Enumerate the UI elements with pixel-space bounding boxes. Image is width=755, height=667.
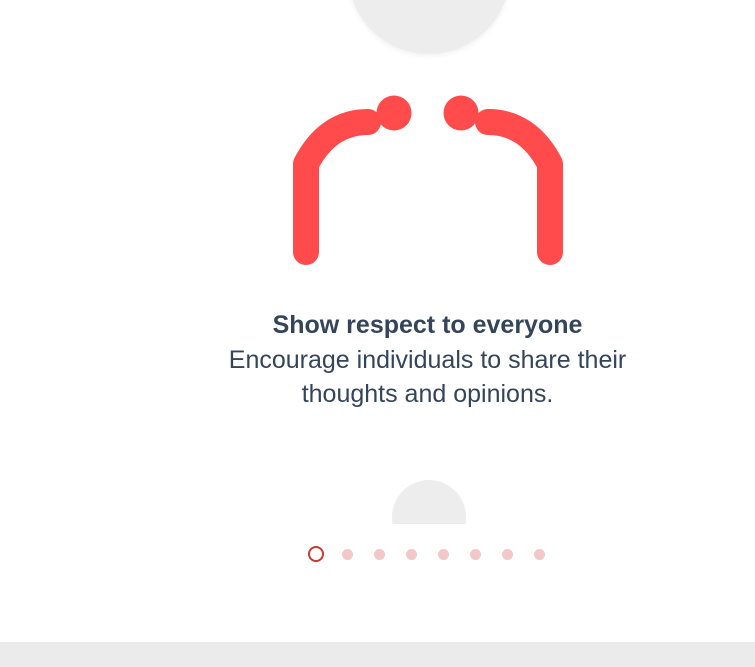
footer-bar (0, 642, 755, 667)
bottom-decorative-circle (392, 480, 466, 524)
pagination-dot-6[interactable] (470, 548, 481, 560)
pagination-dot-7[interactable] (502, 548, 513, 560)
next-slide-preview (380, 470, 480, 524)
slide-title: Show respect to everyone (272, 311, 583, 339)
pagination-dot-8[interactable] (534, 548, 545, 560)
pagination-dot-5[interactable] (438, 548, 449, 560)
left-figure-body (293, 109, 381, 265)
slide-text: Show respect to everyone Encourage indiv… (160, 307, 695, 411)
top-decorative-circle (348, 0, 510, 54)
pagination-dot-2[interactable] (342, 548, 353, 560)
left-figure-head (376, 95, 412, 131)
bowing-figures-icon (293, 95, 563, 265)
pagination-dots (308, 546, 566, 562)
pagination-dot-4[interactable] (406, 548, 417, 560)
onboarding-screen: Show respect to everyone Encourage indiv… (0, 0, 755, 667)
right-figure-body (475, 109, 563, 265)
slide-description-line-2: thoughts and opinions. (301, 380, 554, 408)
slide-description-line-1: Encourage individuals to share their (228, 346, 627, 374)
right-figure-head (443, 95, 479, 131)
pagination-dot-3[interactable] (374, 548, 385, 560)
pagination-dot-1[interactable] (308, 546, 324, 562)
